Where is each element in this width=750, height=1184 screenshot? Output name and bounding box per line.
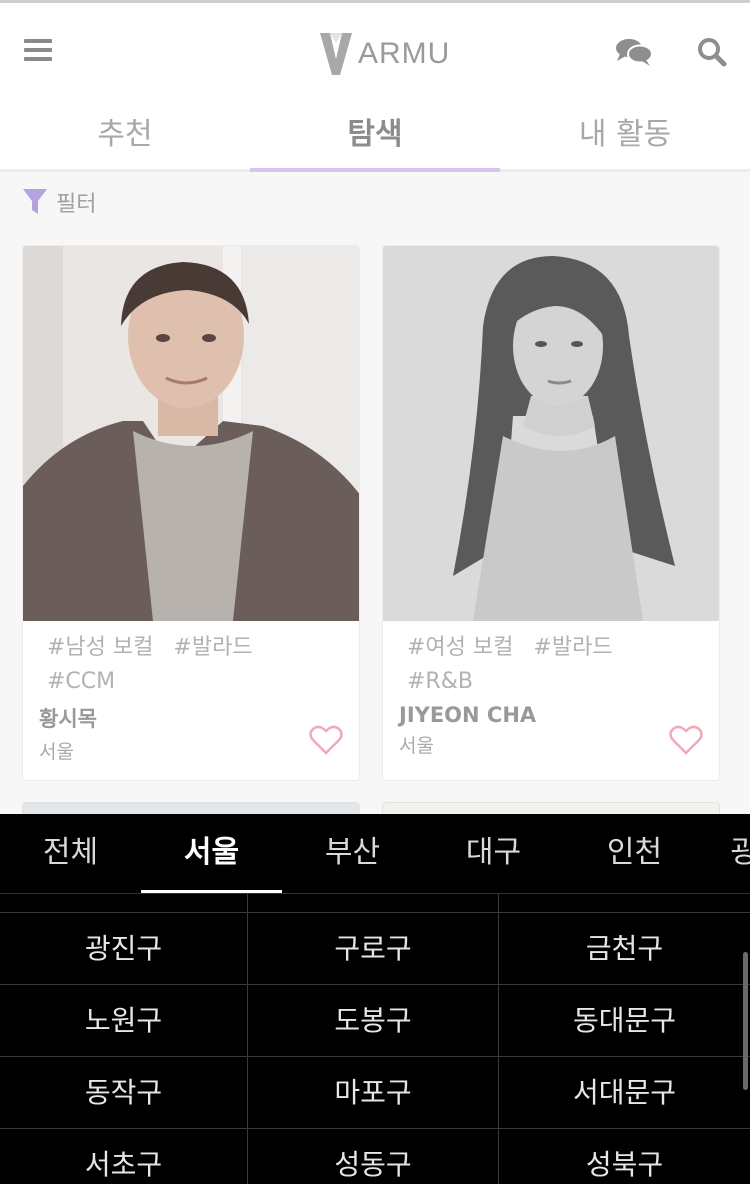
heart-icon[interactable] bbox=[309, 725, 343, 759]
logo-mark-icon bbox=[320, 33, 352, 75]
district-row: 서초구 성동구 성북구 bbox=[0, 1128, 750, 1184]
district-grid: 광진구 구로구 금천구 노원구 도봉구 동대문구 동작구 마포구 서대문구 서초… bbox=[0, 912, 750, 1184]
artist-photo[interactable] bbox=[383, 246, 719, 621]
funnel-icon bbox=[23, 189, 47, 214]
district-option[interactable]: 동작구 bbox=[0, 1057, 248, 1129]
district-option[interactable]: 동대문구 bbox=[499, 985, 750, 1057]
tab-recommend[interactable]: 추천 bbox=[0, 100, 250, 169]
artist-name: 황시목 bbox=[39, 707, 97, 731]
district-option[interactable]: 서대문구 bbox=[499, 1057, 750, 1129]
region-tab-all[interactable]: 전체 bbox=[0, 814, 141, 893]
region-tab-next[interactable]: 광 bbox=[730, 814, 750, 892]
artist-card[interactable]: #남성 보컬 #발라드 #CCM 황시목 서울 bbox=[22, 245, 360, 781]
district-row: 동작구 마포구 서대문구 bbox=[0, 1056, 750, 1129]
tag[interactable]: #발라드 bbox=[533, 635, 612, 660]
district-row: 노원구 도봉구 동대문구 bbox=[0, 984, 750, 1057]
tag[interactable]: #발라드 bbox=[173, 635, 252, 660]
region-picker-sheet: 전체 서울 부산 대구 인천 광 광진구 구로구 금천구 노원구 도봉구 동대문… bbox=[0, 814, 750, 1184]
scrollbar[interactable] bbox=[743, 952, 748, 1090]
district-option[interactable]: 마포구 bbox=[248, 1057, 499, 1129]
heart-icon[interactable] bbox=[669, 725, 703, 759]
artist-location: 서울 bbox=[399, 735, 434, 757]
genre-tags: #남성 보컬 #발라드 #CCM bbox=[39, 631, 343, 699]
grid-divider bbox=[0, 894, 750, 912]
logo-text: ARMU bbox=[358, 37, 451, 70]
tag[interactable]: #R&B bbox=[407, 669, 473, 694]
artist-name: JIYEON CHA bbox=[399, 703, 537, 727]
genre-tags: #여성 보컬 #발라드 #R&B bbox=[399, 631, 703, 699]
district-option[interactable]: 구로구 bbox=[248, 913, 499, 985]
artist-photo[interactable] bbox=[23, 246, 359, 621]
region-tab-incheon[interactable]: 인천 bbox=[564, 814, 705, 893]
tab-my-activity[interactable]: 내 활동 bbox=[500, 100, 750, 169]
region-tab-busan[interactable]: 부산 bbox=[282, 814, 423, 893]
main-tabs: 추천 탐색 내 활동 bbox=[0, 100, 750, 172]
search-icon[interactable] bbox=[697, 37, 727, 71]
card-info: #남성 보컬 #발라드 #CCM 황시목 서울 bbox=[23, 621, 359, 780]
district-option[interactable]: 광진구 bbox=[0, 913, 248, 985]
artist-location: 서울 bbox=[39, 741, 74, 763]
district-option[interactable]: 금천구 bbox=[499, 913, 750, 985]
filter-button[interactable]: 필터 bbox=[22, 186, 96, 218]
tag[interactable]: #여성 보컬 bbox=[407, 635, 513, 660]
district-option[interactable]: 도봉구 bbox=[248, 985, 499, 1057]
region-tab-seoul[interactable]: 서울 bbox=[141, 814, 282, 893]
district-option[interactable]: 성북구 bbox=[499, 1129, 750, 1184]
tab-explore[interactable]: 탐색 bbox=[250, 100, 500, 172]
tag[interactable]: #남성 보컬 bbox=[47, 635, 153, 660]
district-option[interactable]: 노원구 bbox=[0, 985, 248, 1057]
app-root: ARMU 추천 탐색 내 활동 필터 #남성 보컬 #발라드 #CCM 황시목 … bbox=[0, 0, 750, 1184]
tag[interactable]: #CCM bbox=[47, 669, 115, 694]
armu-logo[interactable]: ARMU bbox=[318, 29, 450, 79]
artist-card[interactable]: #여성 보컬 #발라드 #R&B JIYEON CHA 서울 bbox=[382, 245, 720, 781]
hamburger-menu-icon[interactable] bbox=[24, 39, 52, 63]
district-option[interactable]: 성동구 bbox=[248, 1129, 499, 1184]
filter-label: 필터 bbox=[56, 192, 97, 217]
region-tabs: 전체 서울 부산 대구 인천 광 bbox=[0, 814, 750, 894]
chat-bubbles-icon[interactable] bbox=[615, 37, 653, 71]
region-tab-daegu[interactable]: 대구 bbox=[423, 814, 564, 893]
district-row: 광진구 구로구 금천구 bbox=[0, 912, 750, 985]
top-header: ARMU bbox=[0, 0, 750, 100]
card-info: #여성 보컬 #발라드 #R&B JIYEON CHA 서울 bbox=[383, 621, 719, 780]
district-option[interactable]: 서초구 bbox=[0, 1129, 248, 1184]
